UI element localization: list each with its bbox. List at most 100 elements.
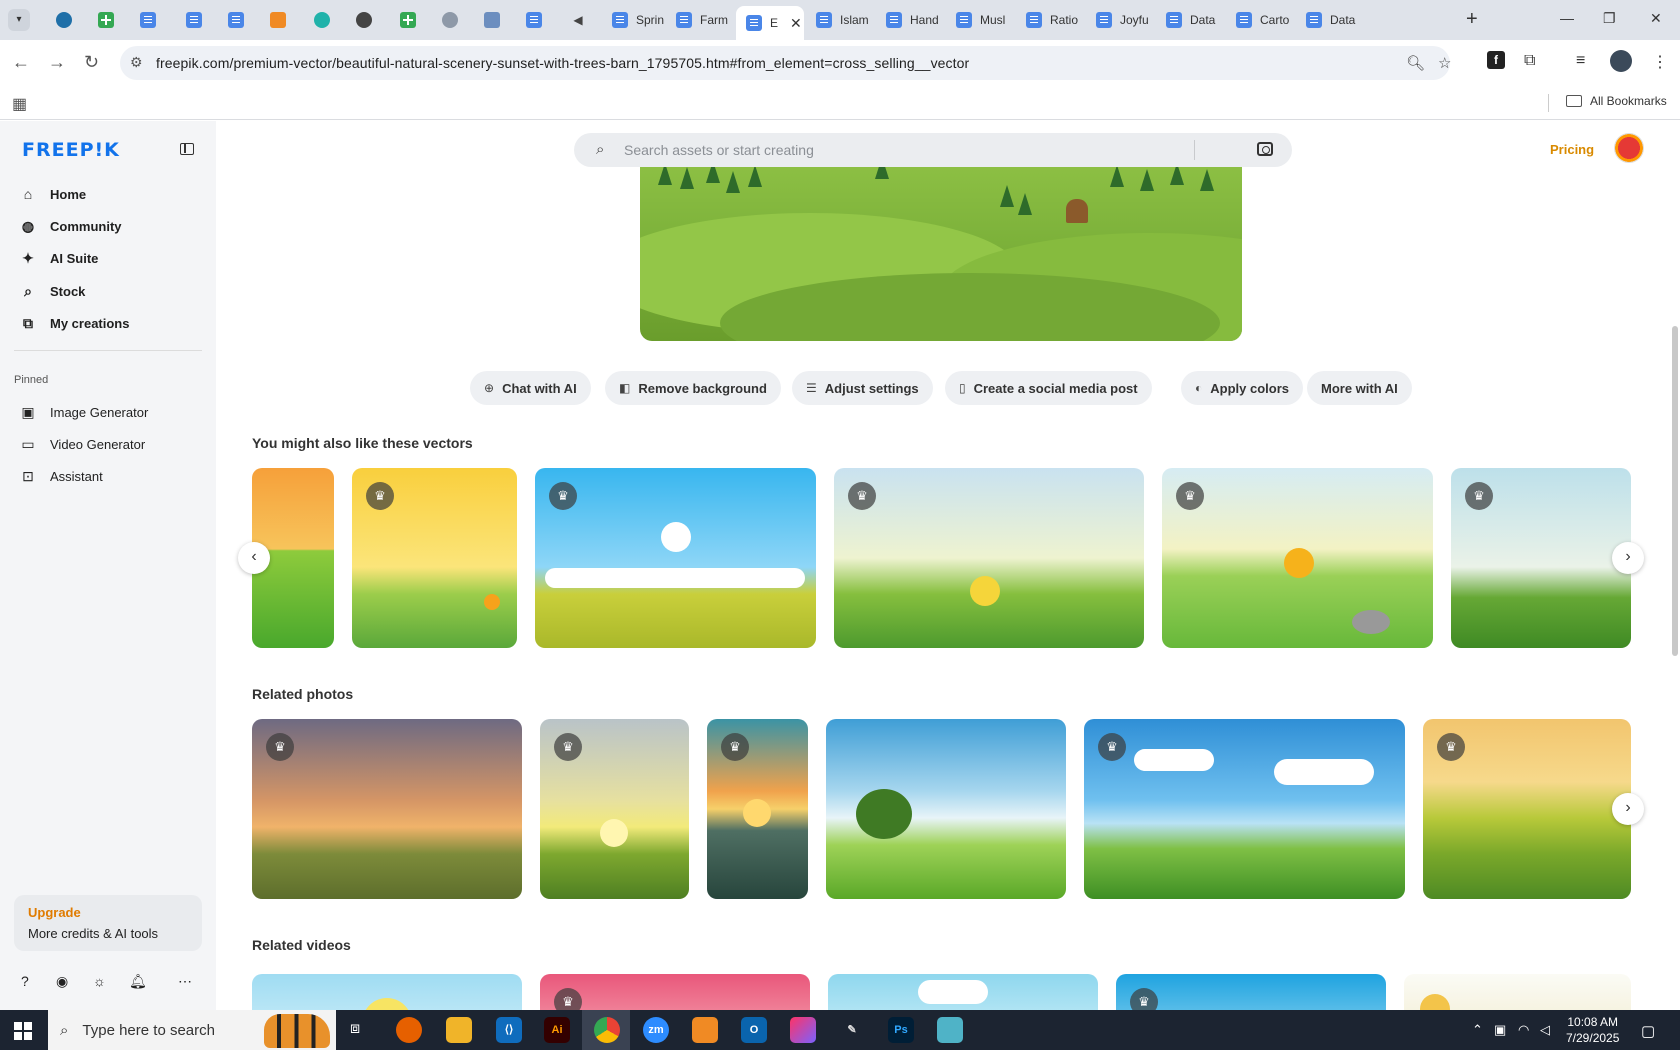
vector-card[interactable]: ♛: [834, 468, 1144, 648]
browser-tab[interactable]: Data: [1296, 6, 1362, 34]
vector-card[interactable]: ♛: [1451, 468, 1631, 648]
extension-f-icon[interactable]: f: [1487, 51, 1505, 69]
vector-card[interactable]: ♛: [352, 468, 517, 648]
browser-tab[interactable]: [346, 6, 376, 34]
browser-tab[interactable]: Islam: [806, 6, 872, 34]
chat-with-ai-button[interactable]: ⊕ Chat with AI: [470, 371, 591, 405]
photo-card[interactable]: [826, 719, 1066, 899]
browser-tab[interactable]: Farm: [666, 6, 732, 34]
apps-grid-icon[interactable]: ▦: [12, 94, 27, 114]
forward-icon[interactable]: →: [48, 52, 66, 73]
video-card[interactable]: [1404, 974, 1631, 1010]
create-social-post-button[interactable]: ▯ Create a social media post: [945, 371, 1152, 405]
xampp-icon[interactable]: [692, 1017, 718, 1043]
discord-icon[interactable]: ◉: [56, 973, 68, 990]
vectors-next-arrow[interactable]: ›: [1612, 542, 1644, 574]
video-card[interactable]: ♛: [540, 974, 810, 1010]
pricing-link[interactable]: Pricing: [1550, 142, 1594, 157]
sidebar-item-ai-suite[interactable]: ✦ AI Suite: [20, 247, 98, 269]
zoom-icon[interactable]: 🔍︎: [1406, 54, 1425, 72]
more-options-icon[interactable]: ⋯: [178, 973, 192, 990]
close-tab-icon[interactable]: ✕: [790, 15, 802, 32]
browser-tab[interactable]: Carto: [1226, 6, 1292, 34]
vectors-prev-arrow[interactable]: ‹: [238, 542, 270, 574]
sidebar-item-stock[interactable]: ⌕ Stock: [20, 280, 85, 302]
sidebar-collapse-icon[interactable]: [180, 143, 194, 155]
photo-card[interactable]: ♛: [1423, 719, 1631, 899]
vector-card[interactable]: ♛: [535, 468, 816, 648]
browser-menu-icon[interactable]: ⋮: [1652, 52, 1668, 72]
browser-tab[interactable]: Ratio: [1016, 6, 1082, 34]
sidebar-item-home[interactable]: ⌂ Home: [20, 183, 86, 205]
bookmark-star-icon[interactable]: ☆: [1438, 54, 1451, 72]
browser-tab[interactable]: [474, 6, 504, 34]
extensions-puzzle-icon[interactable]: ⧉: [1524, 52, 1535, 70]
upgrade-card[interactable]: Upgrade More credits & AI tools: [14, 895, 202, 951]
back-icon[interactable]: ←: [12, 52, 30, 73]
scrollbar-thumb[interactable]: [1672, 326, 1678, 656]
wifi-icon[interactable]: ◠: [1518, 1022, 1529, 1038]
browser-tab[interactable]: [390, 6, 420, 34]
pen-tool-icon[interactable]: ✎: [839, 1017, 865, 1043]
browser-tab[interactable]: Sprin: [602, 6, 668, 34]
apply-colors-button[interactable]: ◐ Apply colors: [1181, 371, 1303, 405]
search-input[interactable]: [624, 140, 1184, 160]
photo-card[interactable]: ♛: [1084, 719, 1405, 899]
url-text[interactable]: freepik.com/premium-vector/beautiful-nat…: [156, 55, 969, 71]
browser-tab[interactable]: [304, 6, 334, 34]
chrome-icon[interactable]: [594, 1017, 620, 1043]
new-tab-button[interactable]: +: [1466, 8, 1478, 31]
reload-icon[interactable]: ↻: [84, 52, 99, 73]
tiger-widget-icon[interactable]: [264, 1014, 330, 1048]
camera-search-icon[interactable]: [1257, 142, 1273, 156]
teal-app-icon[interactable]: [937, 1017, 963, 1043]
notifications-bell-icon[interactable]: 🔔︎: [129, 973, 147, 990]
remove-background-button[interactable]: ◧ Remove background: [605, 371, 781, 405]
browser-tab[interactable]: Data: [1156, 6, 1222, 34]
site-info-icon[interactable]: ⚙: [130, 54, 143, 71]
photo-card[interactable]: ♛: [252, 719, 522, 899]
tray-chevron-icon[interactable]: ⌃: [1472, 1022, 1483, 1038]
close-window-icon[interactable]: ✕: [1650, 10, 1662, 27]
browser-tab[interactable]: Musl: [946, 6, 1012, 34]
taskbar-clock[interactable]: 10:08 AM 7/29/2025: [1566, 1014, 1619, 1046]
browser-tab[interactable]: [88, 6, 118, 34]
address-bar[interactable]: ⚙ freepik.com/premium-vector/beautiful-n…: [120, 46, 1451, 80]
photoshop-icon[interactable]: Ps: [888, 1017, 914, 1043]
firefox-icon[interactable]: [396, 1017, 422, 1043]
zoom-app-icon[interactable]: zm: [643, 1017, 669, 1043]
photo-card[interactable]: ♛: [707, 719, 808, 899]
tray-device-icon[interactable]: ▣: [1494, 1022, 1506, 1038]
browser-tab[interactable]: [260, 6, 290, 34]
sidebar-item-image-generator[interactable]: ▣ Image Generator: [20, 401, 148, 423]
creative-cloud-icon[interactable]: [790, 1017, 816, 1043]
browser-tab[interactable]: ◀: [560, 6, 590, 34]
notification-center-icon[interactable]: ▢: [1641, 1022, 1655, 1040]
photo-card[interactable]: ♛: [540, 719, 689, 899]
browser-tab[interactable]: [432, 6, 462, 34]
outlook-icon[interactable]: O: [741, 1017, 767, 1043]
vector-card[interactable]: ♛: [1162, 468, 1433, 648]
sidebar-item-my-creations[interactable]: ⧉ My creations: [20, 312, 129, 334]
all-bookmarks-button[interactable]: All Bookmarks: [1566, 94, 1667, 108]
video-card[interactable]: [828, 974, 1098, 1010]
browser-tab[interactable]: [46, 6, 76, 34]
vscode-icon[interactable]: ⟨⟩: [496, 1017, 522, 1043]
browser-tab[interactable]: [130, 6, 160, 34]
media-control-icon[interactable]: ≡: [1576, 52, 1585, 70]
page-scrollbar[interactable]: [1670, 121, 1680, 1010]
sidebar-item-community[interactable]: ◍ Community: [20, 215, 122, 237]
main-vector-image[interactable]: [640, 163, 1242, 341]
windows-start-icon[interactable]: [14, 1022, 32, 1040]
user-avatar[interactable]: [1614, 133, 1644, 163]
restore-icon[interactable]: ❐: [1603, 10, 1616, 27]
browser-tab[interactable]: Hand: [876, 6, 942, 34]
video-card[interactable]: [252, 974, 522, 1010]
browser-tab[interactable]: [218, 6, 248, 34]
video-card[interactable]: ♛: [1116, 974, 1386, 1010]
freepik-logo[interactable]: FREEP!K: [22, 139, 120, 161]
theme-sun-icon[interactable]: ☼: [93, 973, 106, 989]
task-view-icon[interactable]: ⧈: [350, 1020, 360, 1038]
sidebar-item-assistant[interactable]: ⊡ Assistant: [20, 465, 103, 487]
sidebar-item-video-generator[interactable]: ▭ Video Generator: [20, 433, 145, 455]
